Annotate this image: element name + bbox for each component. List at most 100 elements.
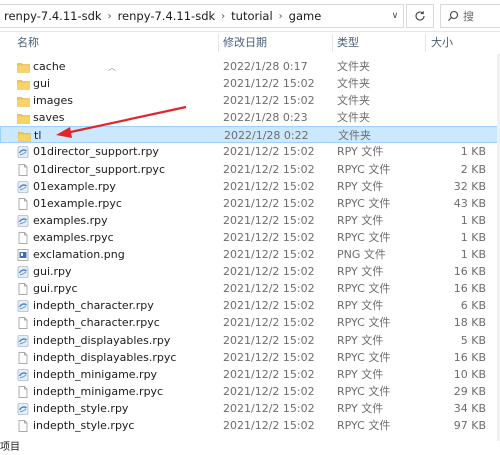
file-date: 2021/12/2 15:02 [223,418,315,432]
file-row[interactable]: 01example.rpyc 2021/12/2 15:02 RPYC 文件 43 K… [0,195,500,212]
file-name: exclamation.png [33,248,125,262]
file-date: 2022/1/28 0:23 [223,111,308,125]
rpy-file-icon [17,368,29,381]
file-row[interactable]: indepth_minigame.rpy 2021/12/2 15:02 RPY 文… [0,366,500,383]
file-row[interactable]: indepth_minigame.rpyc 2021/12/2 15:02 RPYC… [0,383,500,400]
breadcrumb-item[interactable]: renpy-7.4.11-sdk [4,9,102,23]
file-row[interactable]: images 2021/12/2 15:02 文件夹 [0,92,500,109]
file-type: RPY 文件 [337,145,384,159]
file-type: 文件夹 [337,77,370,91]
file-date: 2021/12/2 15:02 [223,316,315,330]
rpyc-file-icon [17,163,29,176]
file-size: 32 KB [453,179,486,193]
rpy-file-icon [17,403,29,415]
file-date: 2021/12/2 15:02 [223,299,315,313]
column-divider[interactable] [425,34,426,52]
address-history-dropdown[interactable]: ∨ [386,4,404,28]
folder-icon [17,95,30,107]
file-row[interactable]: gui.rpy 2021/12/2 15:02 RPY 文件 16 KB [0,263,500,280]
file-row[interactable]: 01director_support.rpy 2021/12/2 15:02 RPY… [0,143,500,160]
file-row[interactable]: exclamation.png 2021/12/2 15:02 PNG 文件 1 KB [0,246,500,263]
file-name: images [33,94,73,108]
file-type: RPYC 文件 [337,384,391,398]
file-size: 1 KB [460,230,486,244]
column-size[interactable]: 大小 [431,32,453,54]
folder-icon [17,61,30,73]
file-type: RPYC 文件 [337,418,391,432]
file-type: RPY 文件 [337,401,384,415]
folder-icon [18,130,31,143]
file-row[interactable]: examples.rpyc 2021/12/2 15:02 RPYC 文件 1 KB [0,229,500,246]
file-row[interactable]: indepth_displayables.rpyc 2021/12/2 15:02… [0,349,500,366]
file-name: indepth_character.rpy [33,299,154,313]
file-row[interactable]: indepth_displayables.rpy 2021/12/2 15:02 R… [0,332,500,349]
column-name[interactable]: 名称 [17,32,39,54]
file-row[interactable]: 01example.rpy 2021/12/2 15:02 RPY 文件 32 KB [0,178,500,195]
column-divider[interactable] [332,34,333,52]
png-file-icon [17,249,29,261]
file-name: indepth_style.rpy [33,401,129,415]
file-name: 01director_support.rpy [33,145,159,159]
file-type: RPYC 文件 [337,162,391,176]
file-name: indepth_minigame.rpyc [33,384,164,398]
breadcrumb-item[interactable]: renpy-7.4.11-sdk [118,9,216,23]
status-item-count: 项目 [0,442,20,453]
file-row[interactable]: cache 2022/1/28 0:17 文件夹 [0,58,500,75]
breadcrumb-item[interactable]: game [289,9,322,23]
file-type: RPY 文件 [337,299,384,313]
file-name: indepth_minigame.rpy [33,367,158,381]
search-box[interactable]: 搜 [440,4,500,28]
rpy-file-icon [17,146,29,159]
file-row[interactable]: gui 2021/12/2 15:02 文件夹 [0,75,500,92]
file-size: 16 KB [453,265,486,279]
file-name: indepth_displayables.rpyc [33,350,177,364]
file-date: 2021/12/2 15:02 [223,213,315,227]
file-size: 16 KB [453,350,486,364]
breadcrumb[interactable]: renpy-7.4.11-sdk › renpy-7.4.11-sdk › tu… [0,4,404,28]
chevron-right-icon: › [107,10,112,22]
file-row[interactable]: examples.rpy 2021/12/2 15:02 RPY 文件 1 KB [0,212,500,229]
rpy-file-icon [17,180,29,193]
file-name: gui.rpy [33,265,72,279]
file-date: 2021/12/2 15:02 [223,145,315,159]
file-row[interactable]: gui.rpyc 2021/12/2 15:02 RPYC 文件 16 KB [0,280,500,297]
rpyc-file-icon [17,420,29,432]
file-size: 97 KB [453,418,486,432]
file-size: 6 KB [460,299,486,313]
address-bar: renpy-7.4.11-sdk › renpy-7.4.11-sdk › tu… [0,0,500,32]
file-type: RPY 文件 [337,265,384,279]
file-name: tl [34,129,42,143]
rpyc-file-icon [17,283,29,296]
file-name: gui.rpyc [33,282,78,296]
file-type: 文件夹 [337,111,370,125]
breadcrumb-item[interactable]: tutorial [231,9,273,23]
file-name: 01example.rpy [33,179,116,193]
file-date: 2021/12/2 15:02 [223,350,315,364]
file-row[interactable]: saves 2022/1/28 0:23 文件夹 [0,109,500,126]
column-type[interactable]: 类型 [337,32,359,54]
file-row[interactable]: indepth_style.rpy 2021/12/2 15:02 RPY 文件 34… [0,400,500,417]
file-date: 2021/12/2 15:02 [223,77,315,91]
file-type: RPY 文件 [337,367,384,381]
file-row[interactable]: indepth_character.rpy 2021/12/2 15:02 RPY … [0,297,500,314]
file-name: indepth_character.rpyc [33,316,160,330]
file-type: 文件夹 [338,129,371,143]
file-size: 43 KB [453,196,486,210]
rpy-file-icon [17,266,29,278]
refresh-button[interactable] [406,4,434,28]
column-header: ︿ 名称 修改日期 类型 大小 [0,32,500,72]
file-date: 2022/1/28 0:22 [224,129,309,143]
column-divider[interactable] [218,34,219,52]
file-size: 1 KB [460,145,486,159]
file-name: examples.rpyc [33,230,114,244]
file-row[interactable]: indepth_character.rpyc 2021/12/2 15:02 RPY… [0,314,500,331]
file-size: 1 KB [460,248,486,262]
column-modified[interactable]: 修改日期 [223,32,267,54]
file-type: RPY 文件 [337,213,384,227]
rpy-file-icon [17,215,29,227]
file-row[interactable]: 01director_support.rpyc 2021/12/2 15:02 RP… [0,161,500,178]
file-row[interactable]: indepth_style.rpyc 2021/12/2 15:02 RPYC 文件… [0,417,500,434]
file-name: saves [33,111,65,125]
file-row-selected[interactable]: tl 2022/1/28 0:22 文件夹 [0,126,500,144]
chevron-down-icon: ∨ [391,11,399,21]
